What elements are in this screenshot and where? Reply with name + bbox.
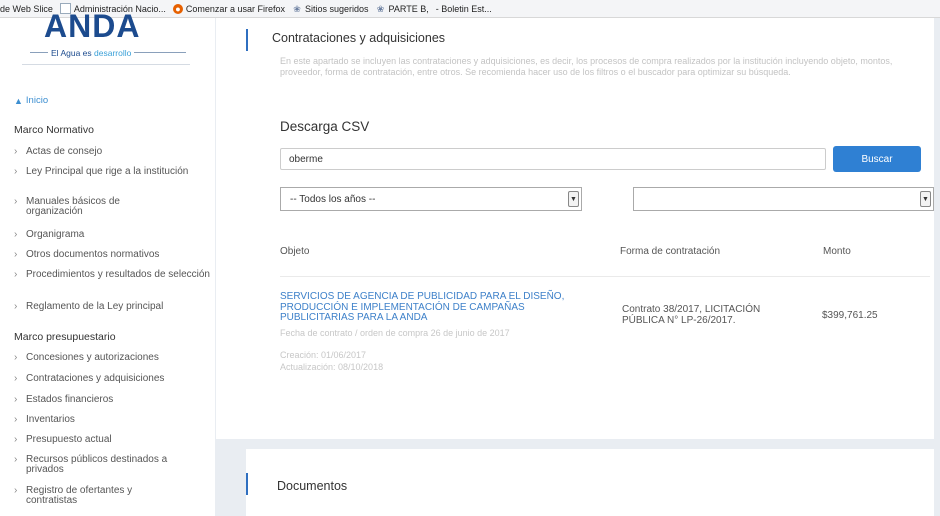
sidebar: ANDA El Agua es desarrollo ▲ Inicio Marc… <box>0 8 215 516</box>
creation-date: Creación: 01/06/2017 <box>280 350 367 360</box>
sidebar-item-procedimientos[interactable]: › Procedimientos y resultados de selecció… <box>14 270 212 280</box>
section-description: En este apartado se incluyen las contrat… <box>280 56 893 77</box>
sidebar-item-actas[interactable]: › Actas de consejo <box>14 147 212 157</box>
bookmark-sitios-sugeridos[interactable]: ❀ Sitios sugeridos <box>292 3 368 14</box>
sidebar-item-recursos-publicos[interactable]: › Recursos públicos destinados a privados <box>14 455 212 475</box>
column-header-forma: Forma de contratación <box>620 246 721 257</box>
chevron-right-icon: › <box>14 394 18 405</box>
sidebar-item-concesiones[interactable]: › Concesiones y autorizaciones <box>14 353 212 363</box>
anda-logo[interactable]: ANDA El Agua es desarrollo <box>22 8 190 70</box>
sidebar-item-otros-documentos[interactable]: › Otros documentos normativos <box>14 250 212 260</box>
section-accent <box>246 29 248 51</box>
year-select[interactable]: -- Todos los años -- ▼ <box>280 187 582 211</box>
chevron-right-icon: › <box>14 146 18 157</box>
bookmark-boletin[interactable]: - Boletin Est... <box>436 4 492 14</box>
logo-wordmark: ANDA <box>44 8 141 44</box>
home-icon: ▲ <box>14 95 23 106</box>
column-header-objeto: Objeto <box>280 246 310 257</box>
globe-icon: ❀ <box>293 3 301 14</box>
logo-divider <box>22 64 190 65</box>
sidebar-item-presupuesto[interactable]: › Presupuesto actual <box>14 435 212 445</box>
logo-tagline: El Agua es desarrollo <box>48 48 135 58</box>
chevron-right-icon: › <box>14 454 18 465</box>
chevron-right-icon: › <box>14 229 18 240</box>
csv-download-heading[interactable]: Descarga CSV <box>280 119 369 134</box>
sidebar-item-contrataciones[interactable]: › Contrataciones y adquisiciones <box>14 374 212 384</box>
chevron-right-icon: › <box>14 434 18 445</box>
sidebar-item-reglamento[interactable]: › Reglamento de la Ley principal <box>14 302 212 312</box>
chevron-right-icon: › <box>14 373 18 384</box>
dropdown-arrow-icon: ▼ <box>920 191 931 207</box>
update-date: Actualización: 08/10/2018 <box>280 362 384 372</box>
contract-form: Contrato 38/2017, LICITACIÓN PÚBLICA N° … <box>622 304 761 326</box>
chevron-right-icon: › <box>14 196 18 207</box>
chevron-right-icon: › <box>14 485 18 496</box>
globe-icon: ❀ <box>376 3 385 14</box>
bookmarks-bar: de Web Slice Administración Nacio... ● Co… <box>0 0 940 18</box>
chevron-right-icon: › <box>14 301 18 312</box>
firefox-icon: ● <box>172 3 183 14</box>
column-header-monto: Monto <box>823 246 851 257</box>
table-divider <box>280 276 930 277</box>
chevron-right-icon: › <box>14 352 18 363</box>
contract-amount: $399,761.25 <box>822 310 878 321</box>
filter-select[interactable]: ▼ <box>633 187 934 211</box>
search-input[interactable] <box>280 148 826 170</box>
documents-card: Documentos <box>246 449 934 516</box>
dropdown-arrow-icon: ▼ <box>568 191 579 207</box>
sidebar-item-registro-ofertantes[interactable]: › Registro de ofertantes y contratistas <box>14 486 212 506</box>
chevron-right-icon: › <box>14 269 18 280</box>
chevron-right-icon: › <box>14 249 18 260</box>
sidebar-item-estados-financieros[interactable]: › Estados financieros <box>14 395 212 405</box>
documents-heading: Documentos <box>277 479 348 493</box>
home-link[interactable]: ▲ Inicio <box>14 95 48 106</box>
chevron-right-icon: › <box>14 414 18 425</box>
section-marco-presupuestario: Marco presupuestario <box>14 331 116 343</box>
section-marco-normativo: Marco Normativo <box>14 124 94 136</box>
sidebar-item-ley-principal[interactable]: › Ley Principal que rige a la institución <box>14 167 212 177</box>
bookmark-firefox[interactable]: ● Comenzar a usar Firefox <box>172 3 285 14</box>
contract-object-link[interactable]: SERVICIOS DE AGENCIA DE PUBLICIDAD PARA … <box>280 291 585 324</box>
bookmark-parte-b[interactable]: ❀ PARTE B, <box>376 4 429 14</box>
documents-accent <box>246 473 248 495</box>
sidebar-item-inventarios[interactable]: › Inventarios <box>14 415 212 425</box>
contrataciones-card: Contrataciones y adquisiciones En este a… <box>216 18 934 439</box>
sidebar-item-organigrama[interactable]: › Organigrama <box>14 230 212 240</box>
page-title: Contrataciones y adquisiciones <box>272 31 446 45</box>
chevron-right-icon: › <box>14 166 18 177</box>
search-button[interactable]: Buscar <box>833 146 921 172</box>
sidebar-item-manuales[interactable]: › Manuales básicos de organización <box>14 197 212 217</box>
contract-date: Fecha de contrato / orden de compra 26 d… <box>280 328 510 338</box>
